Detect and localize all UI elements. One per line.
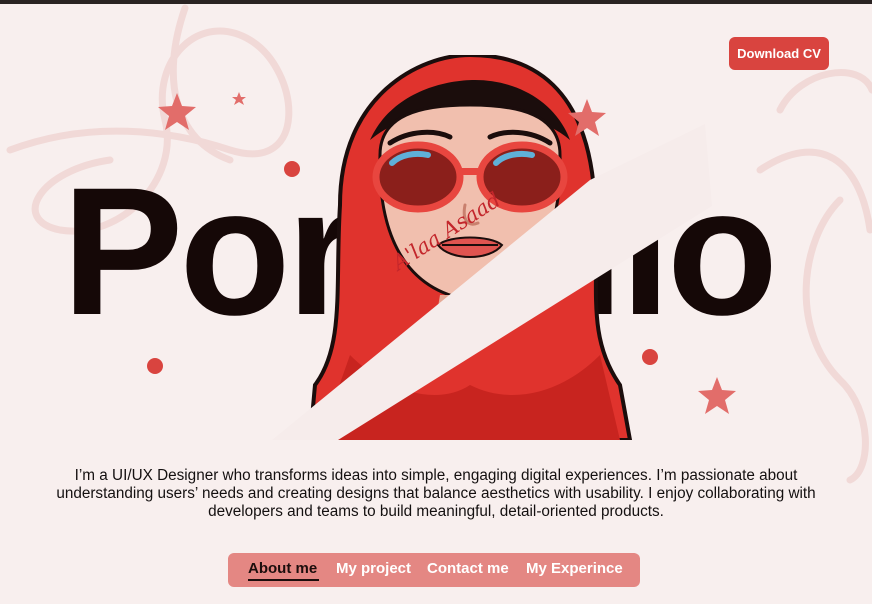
nav-contact-me[interactable]: Contact me	[427, 560, 509, 577]
nav-my-experince[interactable]: My Experince	[526, 560, 623, 577]
bottom-nav: About me My project Contact me My Experi…	[228, 553, 640, 587]
download-cv-button[interactable]: Download CV	[729, 37, 829, 70]
nav-my-project[interactable]: My project	[336, 560, 411, 577]
intro-paragraph: I’m a UI/UX Designer who transforms idea…	[56, 467, 816, 520]
active-underline	[248, 579, 319, 581]
portrait-illustration	[307, 55, 633, 440]
nav-about-me[interactable]: About me	[248, 560, 317, 577]
